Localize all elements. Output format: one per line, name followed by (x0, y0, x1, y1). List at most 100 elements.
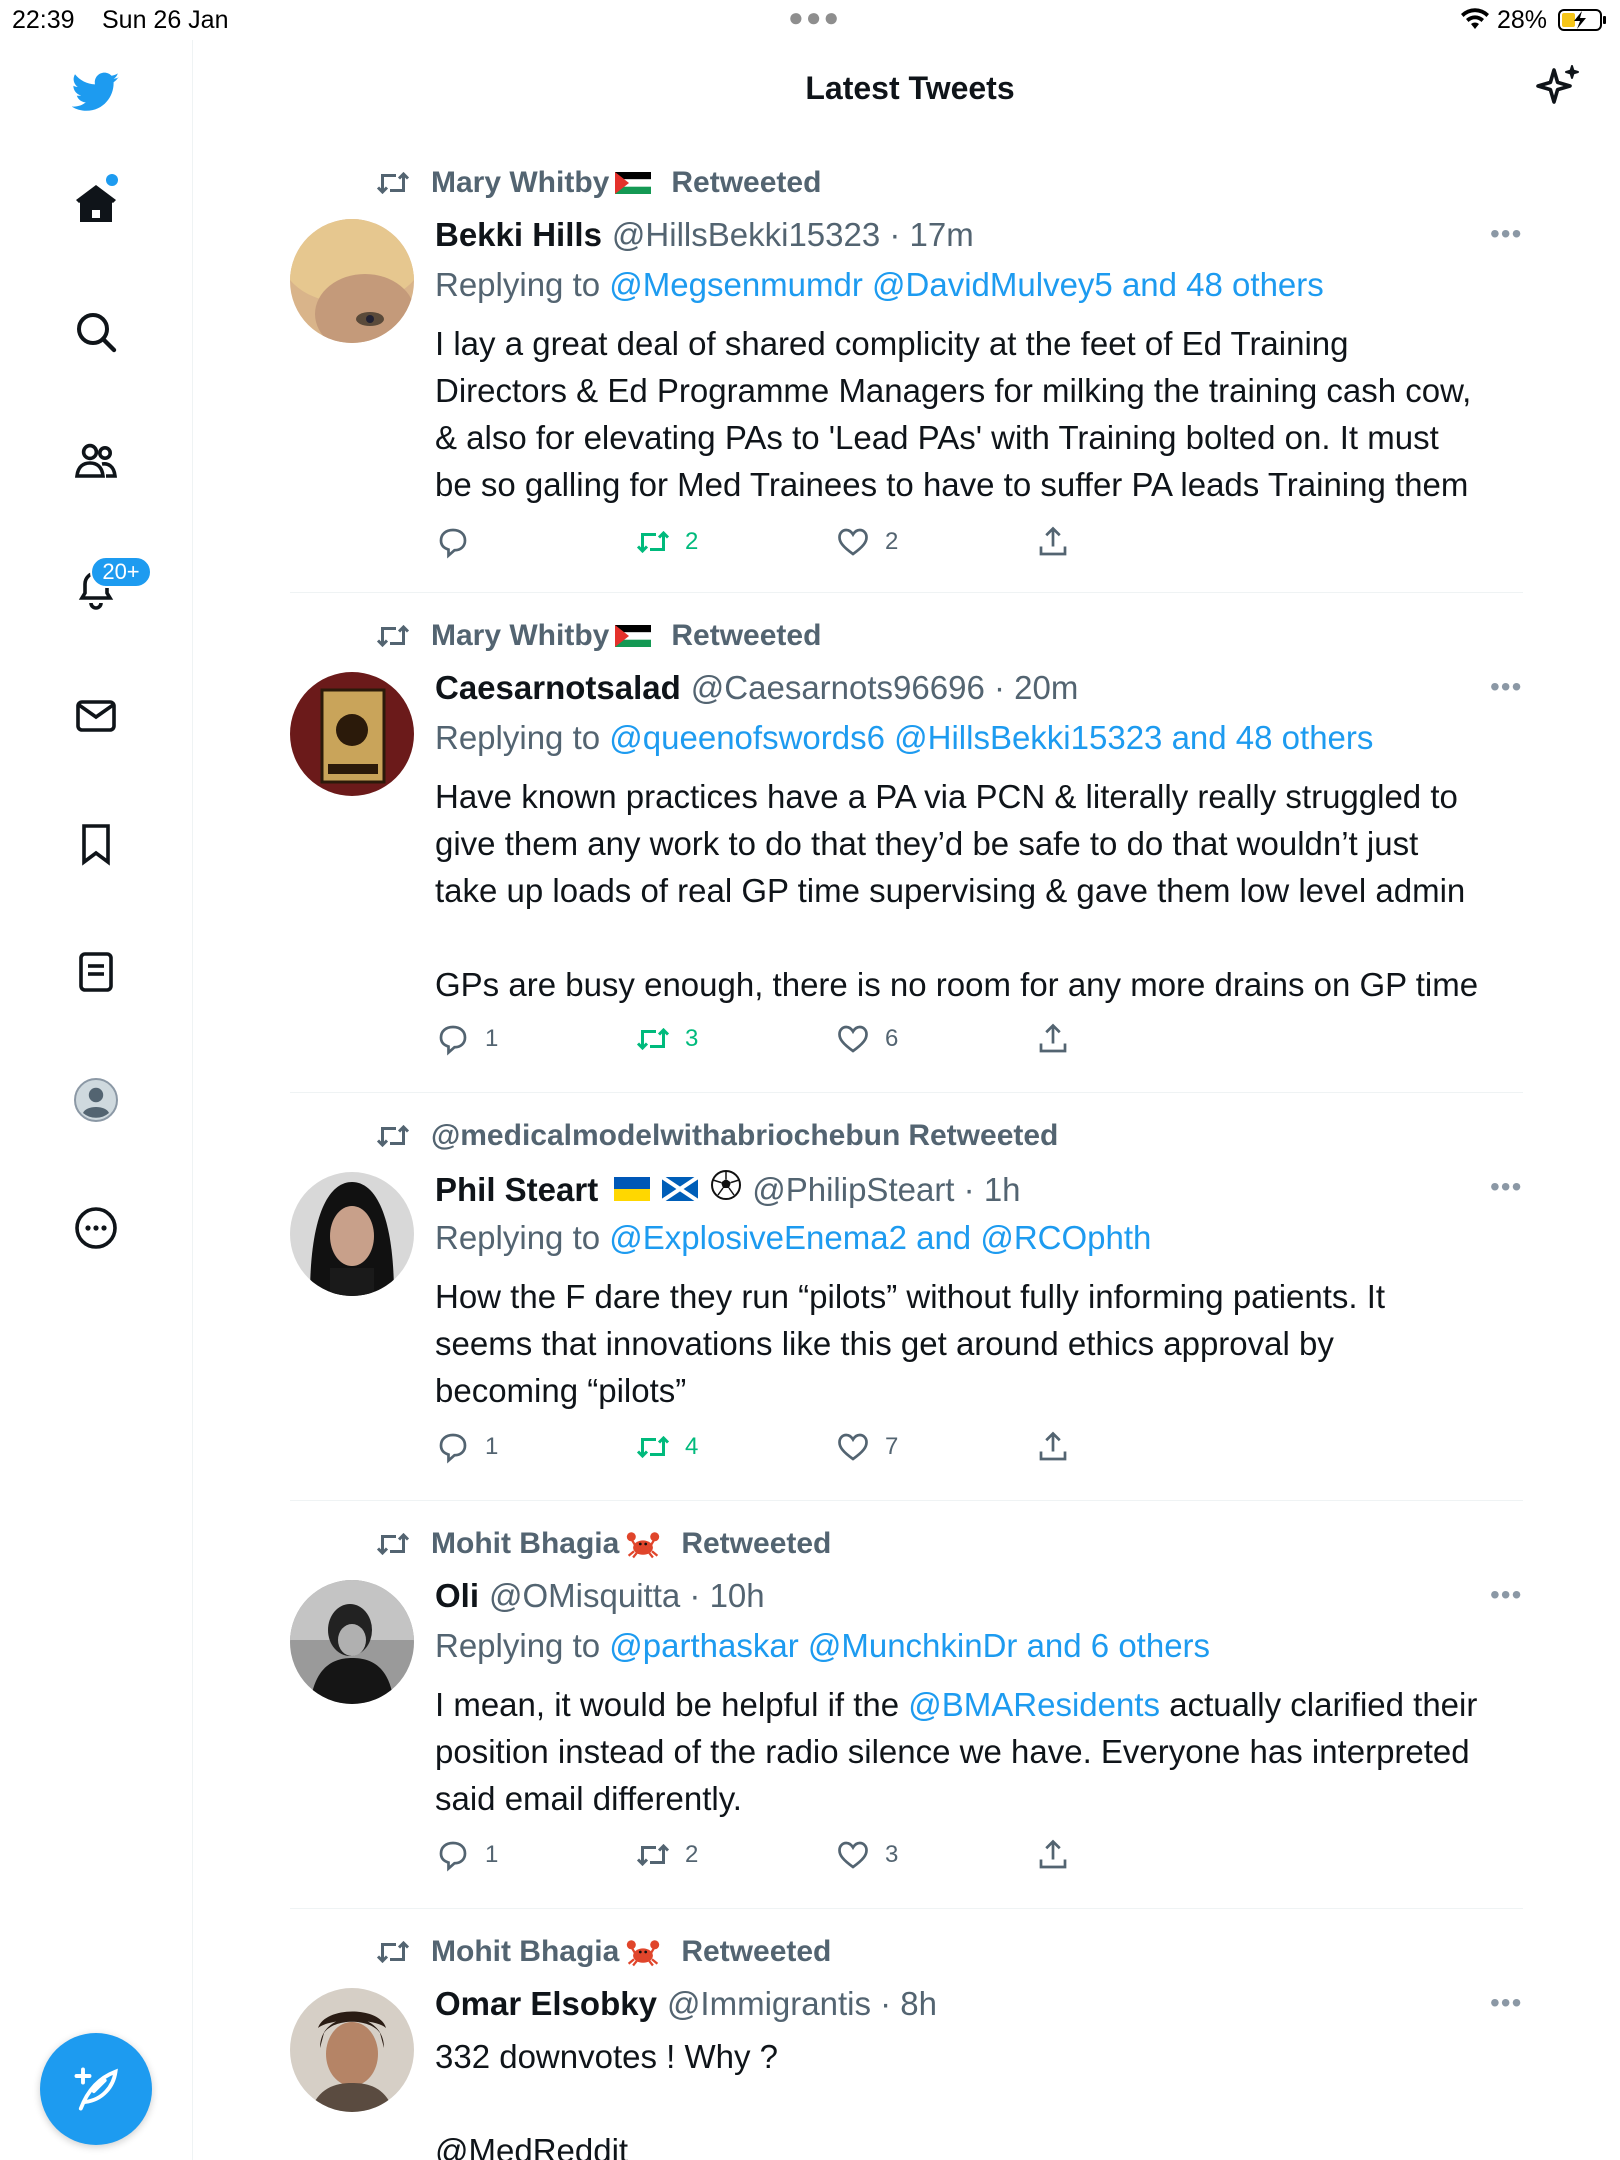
twitter-logo-icon[interactable] (64, 60, 128, 124)
bookmarks-icon[interactable] (64, 812, 128, 876)
handle[interactable]: @HillsBekki15323 (612, 216, 880, 254)
page-title: Latest Tweets (805, 70, 1015, 106)
separator-dot: · (984, 669, 1015, 706)
share-button[interactable] (1035, 1429, 1085, 1465)
tweet[interactable]: Mohit Bhagia Retweeted Omar Elsobky @Imm… (290, 1909, 1523, 2160)
reply-button[interactable] (435, 524, 485, 560)
replying-to-link[interactable]: @ExplosiveEnema2 and @RCOphth (609, 1219, 1151, 1256)
reply-button[interactable]: 1 (435, 1021, 498, 1057)
reply-count: 1 (485, 1841, 499, 1868)
tweet-text: I mean, it would be helpful if the @BMAR… (435, 1681, 1525, 1822)
like-button[interactable]: 2 (835, 524, 898, 560)
reply-count: 1 (485, 1433, 499, 1460)
sparkle-timeline-icon[interactable] (1534, 62, 1582, 110)
lists-icon[interactable] (64, 940, 128, 1004)
tweet-text-part: I mean, it would be helpful if the (435, 1686, 909, 1723)
tweet-text: How the F dare they run “pilots” without… (435, 1278, 1386, 1409)
retweet-context: Mohit Bhagia Retweeted (375, 1935, 831, 1969)
handle[interactable]: @PhilipSteart (752, 1171, 954, 1209)
share-button[interactable] (1035, 524, 1085, 560)
tweet-text: Have known practices have a PA via PCN &… (435, 778, 1479, 1003)
home-icon[interactable] (64, 172, 128, 236)
share-button[interactable] (1035, 1021, 1085, 1057)
heart-icon (838, 1025, 868, 1053)
like-button[interactable]: 7 (835, 1429, 898, 1465)
mention-link[interactable]: @BMAResidents (908, 1686, 1160, 1723)
retweet-button[interactable]: 2 (635, 524, 698, 560)
more-options-icon[interactable] (64, 1196, 128, 1260)
tweet[interactable]: Mary Whitby Retweeted Bekki Hills @Hills… (290, 150, 1523, 593)
display-name[interactable]: Bekki Hills (435, 216, 602, 254)
separator-dot: · (880, 216, 910, 253)
tweet[interactable]: Mary Whitby Retweeted Caesarnotsalad @Ca… (290, 593, 1523, 1093)
tweet[interactable]: Mohit Bhagia Retweeted Oli @OMisquitta ·… (290, 1501, 1523, 1909)
tweet[interactable]: @medicalmodelwithabriochebun Retweeted P… (290, 1093, 1523, 1501)
more-icon[interactable]: ••• (1490, 1171, 1522, 1203)
replying-to-link[interactable]: @Megsenmumdr @DavidMulvey5 and 48 others (609, 266, 1323, 303)
like-button[interactable]: 6 (835, 1021, 898, 1057)
tweet-header: Bekki Hills @HillsBekki15323 · 17m (435, 216, 974, 254)
replying-to-link[interactable]: @queenofswords6 @HillsBekki15323 and 48 … (609, 719, 1373, 756)
retweeted-by-name[interactable]: Mary Whitby (431, 619, 609, 653)
avatar[interactable] (290, 1172, 414, 1296)
compose-tweet-button[interactable] (40, 2033, 152, 2145)
avatar[interactable] (290, 1988, 414, 2112)
retweeted-by-name[interactable]: @medicalmodelwithabriochebun (431, 1119, 900, 1153)
retweet-icon (636, 1027, 670, 1051)
handle[interactable]: @Immigrantis (667, 1985, 871, 2023)
profile-avatar-icon[interactable] (64, 1068, 128, 1132)
timestamp[interactable]: 20m (1014, 669, 1078, 707)
display-name[interactable]: Caesarnotsalad (435, 669, 681, 707)
status-date: Sun 26 Jan (102, 6, 229, 34)
retweeted-by-name[interactable]: Mohit Bhagia (431, 1935, 619, 1969)
scotland-flag-icon (662, 1177, 699, 1201)
avatar[interactable] (290, 219, 414, 343)
timestamp[interactable]: 8h (900, 1985, 937, 2023)
more-icon[interactable]: ••• (1490, 1579, 1522, 1611)
battery-percentage: 28% (1497, 6, 1548, 34)
retweet-button[interactable]: 3 (635, 1021, 698, 1057)
retweet-icon (376, 1940, 410, 1964)
heart-icon (838, 528, 868, 556)
crab-icon (627, 1532, 660, 1559)
more-icon[interactable]: ••• (1490, 1987, 1522, 2019)
avatar[interactable] (290, 672, 414, 796)
tweet-header: Omar Elsobky @Immigrantis · 8h (435, 1985, 937, 2023)
retweeted-by-name[interactable]: Mary Whitby (431, 166, 609, 200)
multitasking-dots-icon[interactable]: ●●● (788, 2, 841, 33)
display-name[interactable]: Oli (435, 1577, 479, 1615)
communities-icon[interactable] (64, 428, 128, 492)
reply-button[interactable]: 1 (435, 1429, 498, 1465)
reply-icon (439, 1433, 467, 1464)
handle[interactable]: @OMisquitta (489, 1577, 680, 1615)
handle[interactable]: @Caesarnots96696 (691, 669, 985, 707)
retweeted-label: Retweeted (681, 1527, 832, 1560)
retweeted-label: Retweeted (671, 619, 822, 652)
retweet-icon (636, 1435, 670, 1459)
retweet-context: Mohit Bhagia Retweeted (375, 1527, 831, 1561)
retweet-button[interactable]: 4 (635, 1429, 698, 1465)
reply-button[interactable]: 1 (435, 1837, 498, 1873)
ukraine-flag-icon (614, 1177, 651, 1201)
timestamp[interactable]: 1h (984, 1171, 1021, 1209)
avatar[interactable] (290, 1580, 414, 1704)
crab-icon (627, 1940, 660, 1967)
like-count: 3 (885, 1841, 899, 1868)
retweeted-by-name[interactable]: Mohit Bhagia (431, 1527, 619, 1561)
search-icon[interactable] (64, 300, 128, 364)
retweet-button[interactable]: 2 (635, 1837, 698, 1873)
more-icon[interactable]: ••• (1490, 218, 1522, 250)
timestamp[interactable]: 17m (910, 216, 974, 254)
messages-icon[interactable] (64, 684, 128, 748)
mention-link[interactable]: @MedReddit (435, 2127, 1525, 2160)
more-icon[interactable]: ••• (1490, 671, 1522, 703)
timestamp[interactable]: 10h (710, 1577, 765, 1615)
share-button[interactable] (1035, 1837, 1085, 1873)
like-button[interactable]: 3 (835, 1837, 898, 1873)
display-name[interactable]: Phil Steart (435, 1171, 598, 1209)
retweet-count: 2 (685, 1841, 699, 1868)
display-name[interactable]: Omar Elsobky (435, 1985, 657, 2023)
retweeted-label: Retweeted (671, 166, 822, 199)
replying-to-link[interactable]: @parthaskar @MunchkinDr and 6 others (609, 1627, 1210, 1664)
replying-to: Replying to @parthaskar @MunchkinDr and … (435, 1627, 1210, 1665)
